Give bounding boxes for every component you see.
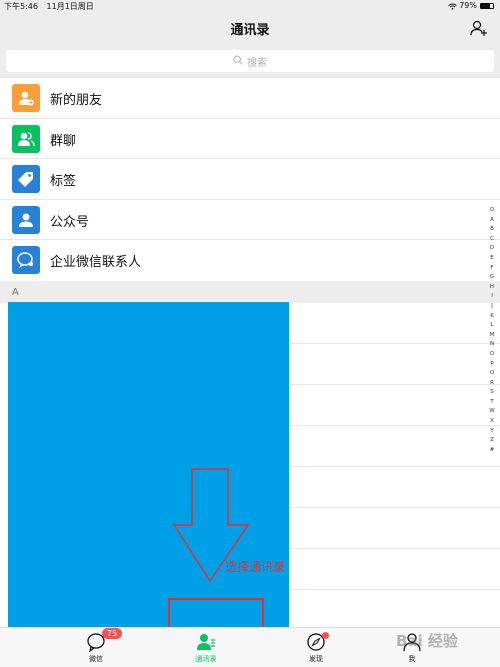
index-letter[interactable]: Y: [486, 427, 498, 437]
function-list: 新的朋友 群聊 标签 公众号 企业微信联系人: [0, 78, 500, 281]
tab-contacts[interactable]: 通讯录: [166, 628, 246, 667]
index-letter[interactable]: I: [486, 292, 498, 302]
tab-me-label: 我: [408, 655, 416, 663]
watermark: Bai 经验: [396, 632, 458, 650]
new-friend-icon: [12, 84, 40, 112]
index-letter[interactable]: #: [486, 446, 498, 456]
index-letter[interactable]: F: [486, 264, 498, 274]
tab-contacts-label: 通讯录: [195, 655, 217, 663]
index-letter[interactable]: K: [486, 312, 498, 322]
wifi-icon: [448, 3, 458, 10]
status-time: 下午5:46: [4, 2, 38, 11]
new-friends-item[interactable]: 新的朋友: [0, 78, 500, 119]
index-letter[interactable]: Q: [486, 206, 498, 216]
add-contact-icon[interactable]: [470, 19, 488, 37]
wecom-contacts-item[interactable]: 企业微信联系人: [0, 240, 500, 281]
index-letter[interactable]: S: [486, 388, 498, 398]
official-account-icon: [12, 205, 40, 234]
nav-bar: 通讯录: [0, 13, 500, 43]
group-chats-label: 群聊: [50, 133, 77, 149]
search-input[interactable]: 搜索: [6, 50, 494, 72]
new-friends-label: 新的朋友: [50, 93, 103, 108]
contact-row[interactable]: [289, 549, 500, 590]
contact-row[interactable]: [289, 426, 500, 467]
contact-row[interactable]: [289, 344, 500, 385]
tags-label: 标签: [50, 174, 77, 189]
page-title: 通讯录: [230, 23, 270, 38]
index-letter[interactable]: C: [486, 235, 498, 245]
tab-discover-label: 发现: [309, 655, 323, 663]
index-letter[interactable]: W: [486, 407, 498, 417]
discover-dot-badge: [322, 632, 329, 639]
unread-badge: 75: [102, 628, 122, 639]
index-letter[interactable]: Q: [486, 369, 498, 379]
index-letter[interactable]: R: [486, 379, 498, 389]
contact-row[interactable]: [289, 303, 500, 344]
tag-icon: [12, 165, 40, 193]
search-placeholder: 搜索: [247, 57, 267, 69]
alphabet-index[interactable]: Q A B C D E F G H I J K L M N O P Q R S T W X Y Z #: [486, 206, 498, 455]
index-letter[interactable]: O: [486, 350, 498, 360]
group-chat-icon: [12, 124, 40, 153]
section-header: A: [0, 283, 500, 303]
index-letter[interactable]: T: [486, 398, 498, 408]
group-chats-item[interactable]: 群聊: [0, 119, 500, 159]
index-letter[interactable]: L: [486, 321, 498, 331]
index-letter[interactable]: Z: [486, 436, 498, 446]
battery-icon: [480, 2, 494, 9]
contact-row[interactable]: [289, 508, 500, 549]
official-accounts-label: 公众号: [50, 214, 90, 230]
index-letter[interactable]: G: [486, 273, 498, 283]
index-letter[interactable]: P: [486, 360, 498, 370]
status-date: 11月1日周日: [46, 2, 94, 11]
index-letter[interactable]: B: [486, 225, 498, 235]
annotation-text: 选择通讯录: [225, 560, 286, 574]
contact-row[interactable]: [289, 385, 500, 426]
contact-row[interactable]: [289, 467, 500, 508]
contacts-icon: [196, 632, 216, 652]
tab-discover[interactable]: 发现: [276, 628, 356, 667]
wecom-icon: [12, 246, 40, 274]
index-letter[interactable]: A: [486, 216, 498, 226]
battery-percent: 79%: [459, 1, 477, 10]
index-letter[interactable]: J: [486, 302, 498, 312]
tab-chats[interactable]: 微信: [56, 628, 136, 667]
index-letter[interactable]: D: [486, 244, 498, 254]
status-bar: 下午5:46 11月1日周日 79%: [0, 0, 500, 13]
official-accounts-item[interactable]: 公众号: [0, 200, 500, 240]
index-letter[interactable]: E: [486, 254, 498, 264]
index-letter[interactable]: N: [486, 340, 498, 350]
tab-chats-label: 微信: [89, 655, 103, 663]
index-letter[interactable]: X: [486, 417, 498, 427]
index-letter[interactable]: M: [486, 331, 498, 341]
wecom-contacts-label: 企业微信联系人: [50, 255, 142, 270]
index-letter[interactable]: H: [486, 283, 498, 293]
search-icon: [233, 54, 243, 68]
tags-item[interactable]: 标签: [0, 159, 500, 200]
